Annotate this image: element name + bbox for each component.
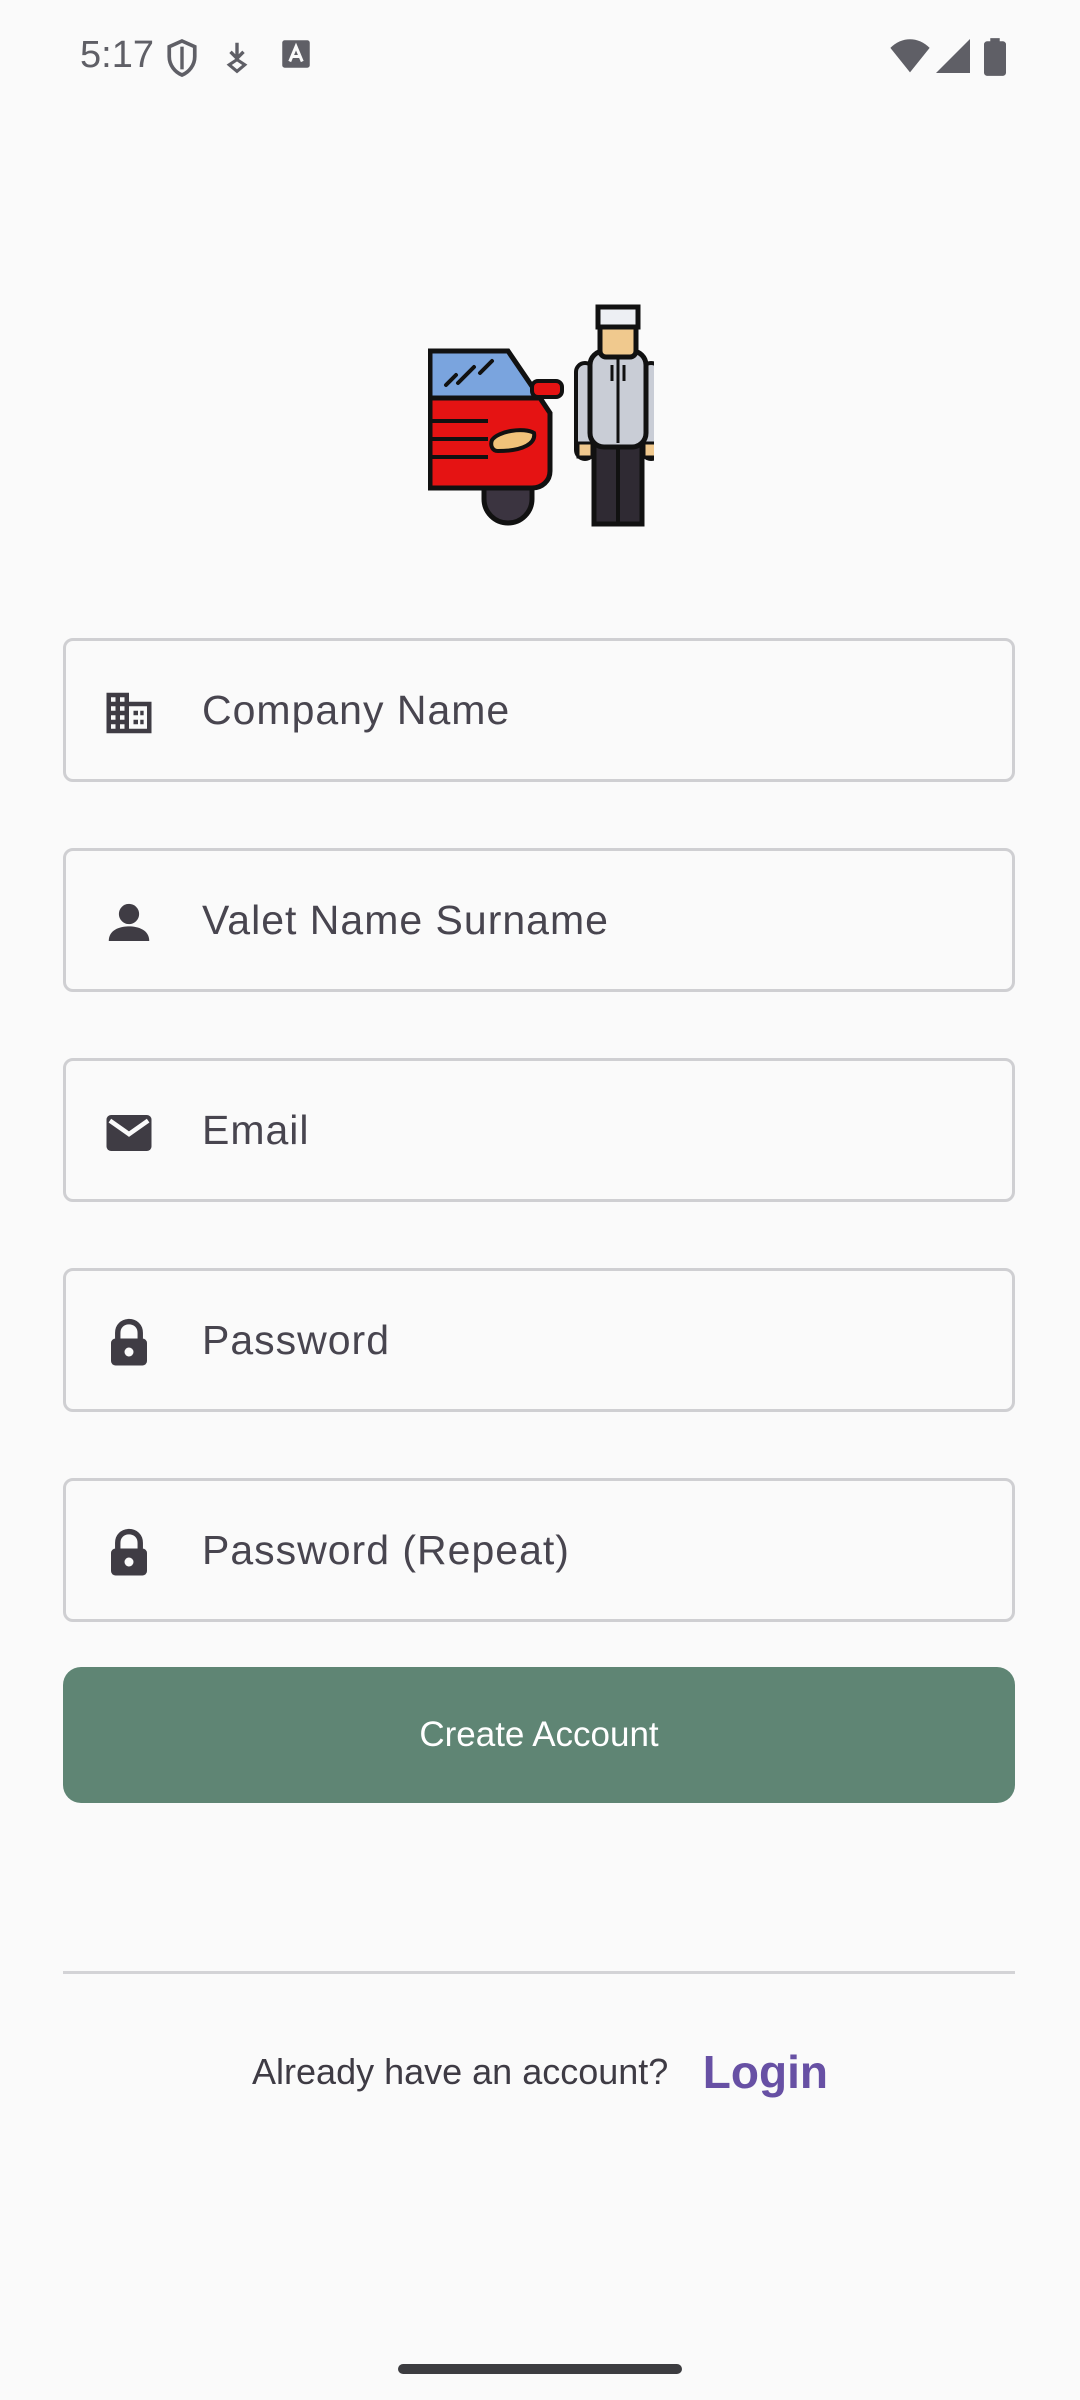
shield-icon (167, 38, 197, 77)
download-icon (226, 42, 248, 74)
email-field[interactable]: Email (63, 1058, 1015, 1202)
valet-name-field[interactable]: Valet Name Surname (63, 848, 1015, 992)
password-placeholder: Password (202, 1317, 391, 1363)
company-name-placeholder: Company Name (202, 687, 511, 733)
company-name-field[interactable]: Company Name (63, 638, 1015, 782)
battery-icon (984, 38, 1006, 76)
email-placeholder: Email (202, 1107, 310, 1153)
status-time: 5:17 (80, 34, 154, 76)
login-prompt-text: Already have an account? (252, 2051, 669, 2092)
password-repeat-placeholder: Password (Repeat) (202, 1527, 570, 1573)
create-account-button[interactable]: Create Account (63, 1667, 1015, 1803)
mail-icon (106, 1115, 152, 1151)
signal-icon (936, 39, 970, 73)
valet-name-placeholder: Valet Name Surname (202, 897, 609, 943)
password-repeat-field[interactable]: Password (Repeat) (63, 1478, 1015, 1622)
status-bar: 5:17 (0, 0, 1080, 120)
lock-icon (111, 1318, 147, 1366)
building-icon (106, 692, 152, 734)
login-link[interactable]: Login (703, 2046, 828, 2098)
wifi-icon (890, 39, 930, 73)
person-icon (108, 903, 150, 941)
lock-icon (111, 1528, 147, 1576)
home-indicator[interactable] (398, 2364, 682, 2374)
password-field[interactable]: Password (63, 1268, 1015, 1412)
keyboard-a-icon (282, 40, 310, 68)
login-prompt-row: Already have an account? Login (0, 2045, 1080, 2115)
valet-car-person-illustration (428, 304, 654, 527)
divider (63, 1971, 1015, 1974)
